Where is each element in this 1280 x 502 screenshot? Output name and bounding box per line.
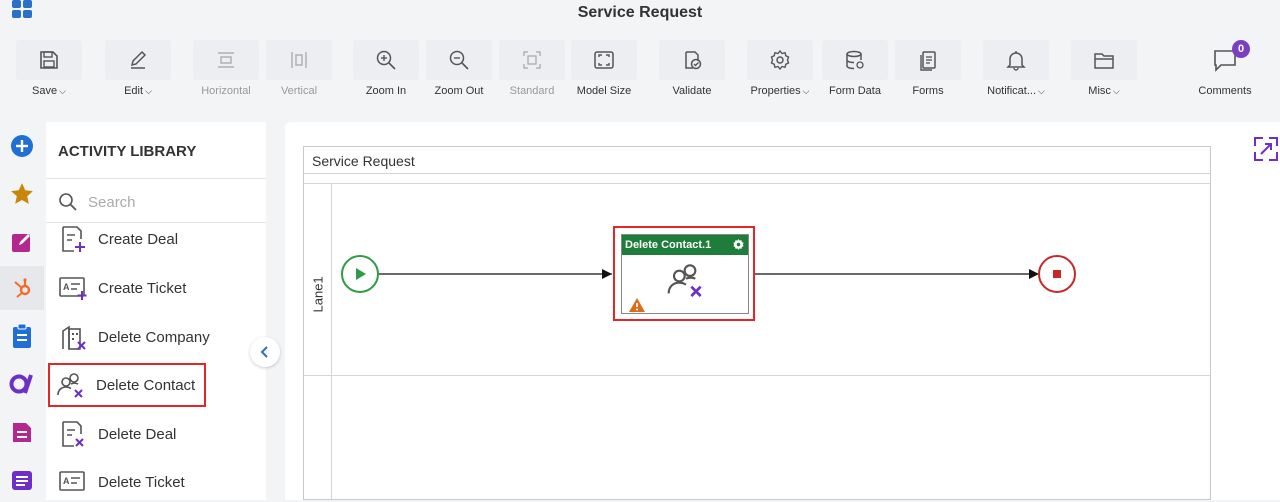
stop-icon <box>1053 270 1061 278</box>
delete-contact-icon <box>667 264 702 297</box>
arrowhead <box>602 269 612 279</box>
start-event[interactable] <box>341 255 379 293</box>
end-event[interactable] <box>1038 255 1076 293</box>
activity-title: Delete Contact.1 <box>625 239 712 251</box>
arrowhead <box>1029 269 1039 279</box>
gear-icon[interactable] <box>732 238 745 251</box>
warning-icon[interactable] <box>628 297 646 313</box>
activity-delete-contact[interactable]: Delete Contact.1 <box>613 226 755 321</box>
